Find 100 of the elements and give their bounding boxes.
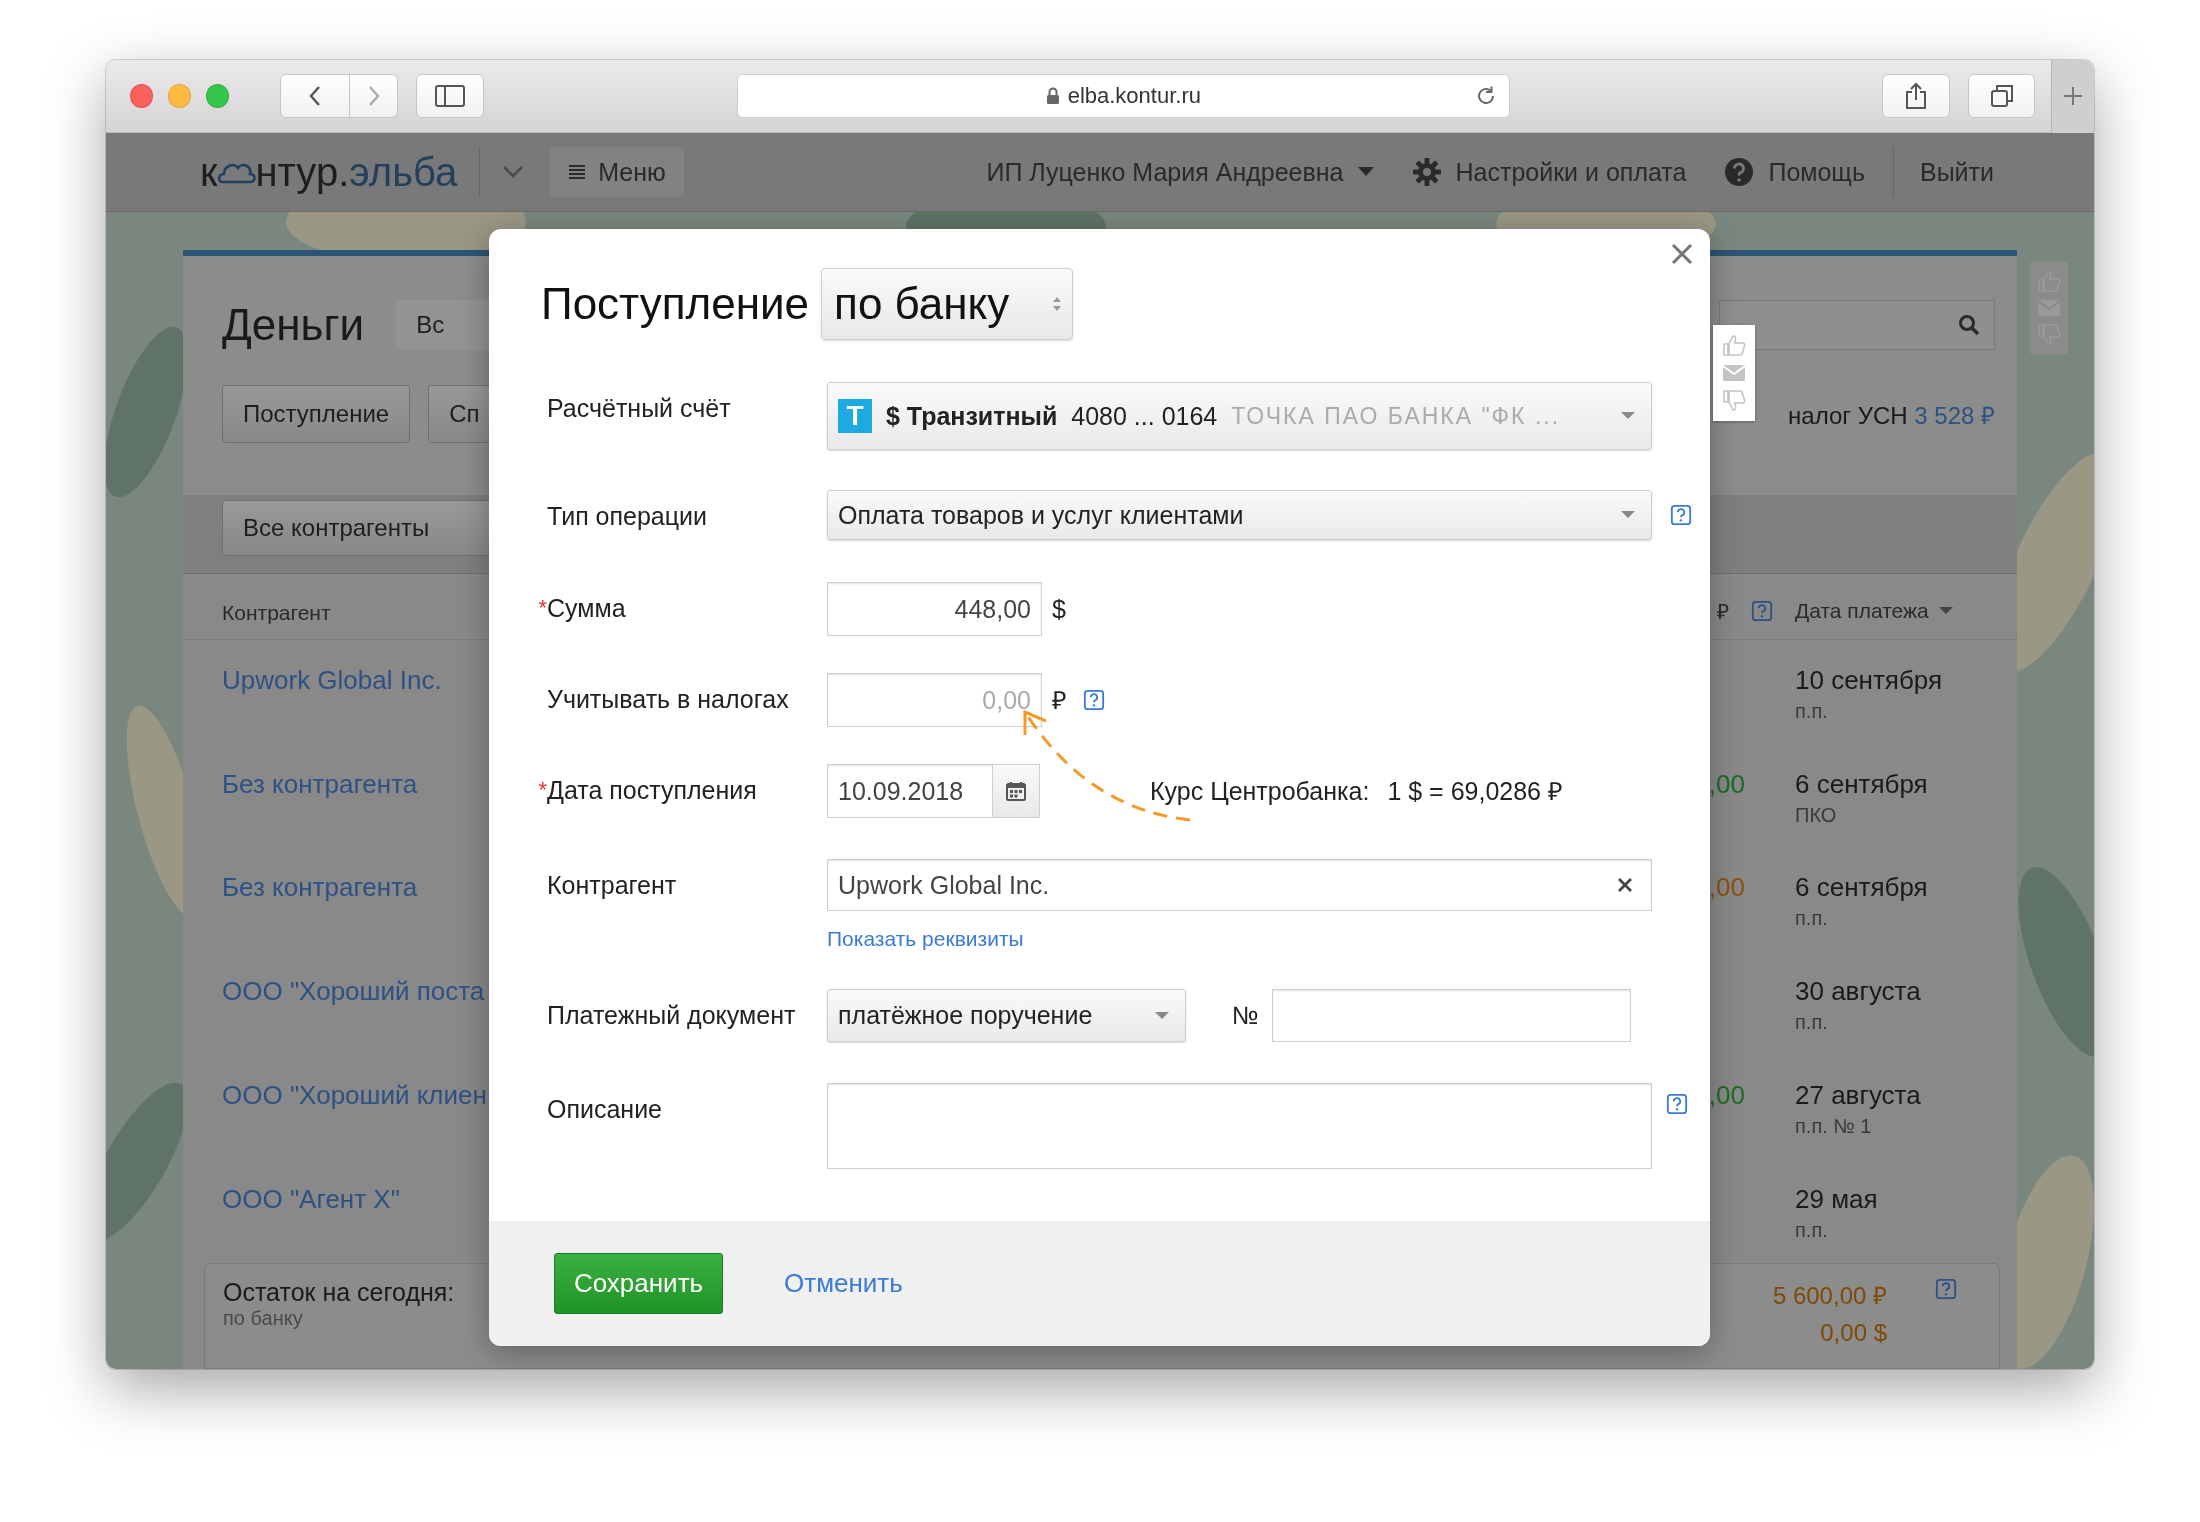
save-button[interactable]: Сохранить [554, 1253, 723, 1314]
dialog-title: Поступление [541, 279, 810, 329]
sort-arrows-icon [1052, 295, 1063, 313]
payment-date: 6 сентября [1795, 767, 1929, 801]
counterparty-link[interactable]: ООО "Агент Х" [222, 1181, 400, 1264]
forward-button[interactable] [350, 74, 398, 118]
lock-icon [1045, 87, 1060, 105]
tax-amount-field[interactable]: 0,00 [827, 673, 1042, 727]
bank-logo: Т [838, 399, 872, 433]
date-field[interactable]: 10.09.2018 [827, 764, 1040, 818]
document-type: п.п. [1795, 699, 1829, 723]
calendar-icon [1006, 781, 1026, 801]
share-icon [1904, 82, 1927, 110]
counterparty-link[interactable]: Upwork Global Inc. [222, 661, 442, 744]
amount-cell-text: ,00 [1708, 871, 1745, 905]
chevron-down-icon[interactable] [502, 165, 525, 179]
column-header: ₽ [1717, 598, 1729, 625]
help-icon[interactable] [1670, 504, 1692, 526]
menu-button[interactable]: Меню [550, 147, 684, 197]
thumbs-up-icon[interactable] [1722, 333, 1746, 356]
number-label: № [1232, 1000, 1260, 1031]
mode-select[interactable]: по банку [821, 268, 1074, 340]
balance-label: Остаток на сегодня: [223, 1278, 455, 1308]
column-header[interactable]: Дата платежа [1795, 598, 1995, 623]
currency-sign: $ [1052, 594, 1066, 625]
zoom-window-button[interactable] [206, 84, 229, 108]
caret-icon [1938, 606, 1953, 615]
sidebar-button[interactable] [416, 74, 484, 118]
help-icon[interactable] [1083, 689, 1105, 711]
field-label: Дата поступления [547, 775, 757, 806]
page-title: Деньги [222, 300, 365, 350]
tabs-button[interactable] [1967, 74, 2036, 118]
exchange-rate-label: Курс Центробанка: [1150, 776, 1370, 807]
document-type: п.п. № 1 [1795, 1115, 1873, 1139]
settings-icon [1411, 157, 1442, 187]
settings-link[interactable]: Настройки и оплата [1455, 157, 1687, 187]
mail-icon[interactable] [1723, 365, 1745, 381]
payment-date: 27 августа [1795, 1079, 1922, 1113]
address-bar[interactable]: elba.kontur.ru [736, 74, 1510, 118]
caret-icon [1621, 511, 1635, 519]
tax-label: налог УСН [1788, 401, 1908, 429]
field-label: Учитывать в налогах [546, 684, 790, 715]
new-tab-button[interactable] [2051, 60, 2094, 133]
caret-icon [1621, 412, 1635, 420]
field-label: Описание [546, 1094, 664, 1125]
counterparty-filter[interactable]: Все контрагенты [222, 499, 492, 556]
menu-icon [568, 164, 587, 180]
help-icon[interactable] [1935, 1278, 1957, 1301]
counterparty-link[interactable]: Без контрагента [222, 765, 418, 848]
counterparty-link[interactable]: ООО "Хороший клиен [222, 1077, 487, 1160]
operation-select[interactable]: Оплата товаров и услуг клиентами [827, 490, 1652, 540]
document-type: ПКО [1795, 803, 1838, 827]
help-link[interactable]: Помощь [1768, 157, 1865, 187]
balance-usd: 0,00 $ [1820, 1319, 1887, 1348]
tax-amount-link[interactable]: 3 528 ₽ [1914, 401, 1995, 429]
field-label: Тип операции [546, 501, 709, 532]
payment-date: 10 сентября [1795, 663, 1944, 697]
action-button[interactable]: Поступление [222, 385, 411, 443]
counterparty-field[interactable]: Upwork Global Inc. [827, 859, 1652, 911]
chevron-left-icon [308, 84, 322, 108]
field-label: Платежный документ [546, 1000, 797, 1031]
close-icon[interactable] [1671, 243, 1693, 265]
caret-icon[interactable] [1357, 167, 1374, 177]
chevron-right-icon [366, 84, 381, 108]
account-select[interactable]: Т $ Транзитный 4080 ... 0164 ТОЧКА ПАО БАНКА "ФК ... [827, 382, 1652, 450]
help-icon[interactable] [1666, 1093, 1688, 1115]
field-label: Контрагент [546, 870, 678, 901]
required-mark: * [537, 776, 547, 802]
help-icon[interactable] [1751, 599, 1773, 622]
plus-icon [2062, 85, 2085, 107]
description-field[interactable] [827, 1083, 1652, 1169]
search-icon [1958, 314, 1980, 336]
share-button[interactable] [1881, 74, 1950, 118]
calendar-button[interactable] [992, 765, 1039, 817]
counterparty-link[interactable]: Без контрагента [222, 869, 418, 952]
close-window-button[interactable] [130, 84, 153, 108]
logo[interactable]: к нтур.эльба [200, 149, 458, 195]
logout-link[interactable]: Выйти [1919, 157, 1994, 187]
document-type: п.п. [1795, 907, 1829, 931]
document-type-select[interactable]: платёжное поручение [827, 989, 1186, 1042]
counterparty-link[interactable]: ООО "Хороший поста [222, 973, 485, 1056]
field-label: Расчётный счёт [546, 393, 732, 424]
required-mark: * [537, 594, 547, 620]
document-number-field[interactable] [1272, 989, 1631, 1042]
payment-date: 6 сентября [1795, 871, 1929, 905]
amount-field[interactable]: 448,00 [827, 582, 1042, 636]
amount-cell-text: ,00 [1708, 767, 1745, 801]
thumbs-down-icon[interactable] [1722, 390, 1746, 413]
clear-icon[interactable] [1617, 877, 1633, 893]
account-menu[interactable]: ИП Луценко Мария Андреевна [986, 157, 1344, 187]
amount-cell-text: ,00 [1708, 1079, 1745, 1113]
balance-rub: 5 600,00 ₽ [1772, 1281, 1887, 1312]
minimize-window-button[interactable] [168, 84, 191, 108]
cancel-link[interactable]: Отменить [784, 1268, 903, 1299]
document-type: п.п. [1795, 1011, 1829, 1035]
exchange-rate: 1 $ = 69,0286 ₽ [1387, 776, 1563, 807]
show-details-link[interactable]: Показать реквизиты [827, 927, 1024, 950]
column-header: Контрагент [222, 600, 331, 625]
payment-date: 30 августа [1795, 975, 1922, 1009]
back-button[interactable] [280, 74, 350, 118]
